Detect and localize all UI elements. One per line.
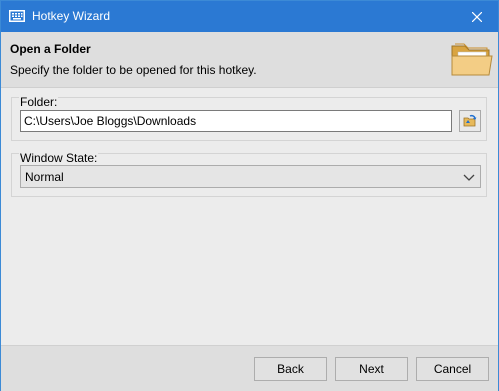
- title-bar[interactable]: Hotkey Wizard: [1, 1, 498, 32]
- hotkey-wizard-window: Hotkey Wizard Open a Folder Specify the …: [0, 0, 499, 391]
- next-button[interactable]: Next: [335, 357, 408, 381]
- page-subtitle: Specify the folder to be opened for this…: [10, 63, 257, 77]
- wizard-footer: Back Next Cancel: [1, 345, 498, 391]
- cancel-button[interactable]: Cancel: [416, 357, 489, 381]
- page-title: Open a Folder: [10, 42, 91, 56]
- close-button[interactable]: [456, 1, 498, 32]
- close-icon: [472, 11, 482, 22]
- folder-group: Folder:: [11, 95, 487, 141]
- chevron-down-icon: [463, 174, 475, 181]
- window-state-select[interactable]: Normal: [20, 165, 481, 188]
- window-state-value: Normal: [25, 170, 64, 184]
- window-state-label: Window State:: [19, 151, 99, 165]
- back-button[interactable]: Back: [254, 357, 327, 381]
- window-title: Hotkey Wizard: [32, 9, 111, 23]
- folder-browse-icon: [463, 114, 477, 127]
- folder-icon: [451, 43, 493, 76]
- wizard-header: Open a Folder Specify the folder to be o…: [1, 32, 498, 88]
- folder-path-input[interactable]: [20, 110, 452, 132]
- keyboard-icon: [9, 10, 25, 22]
- window-state-group: Window State: Normal: [11, 151, 487, 197]
- folder-label: Folder:: [19, 95, 59, 109]
- browse-folder-button[interactable]: [459, 110, 481, 132]
